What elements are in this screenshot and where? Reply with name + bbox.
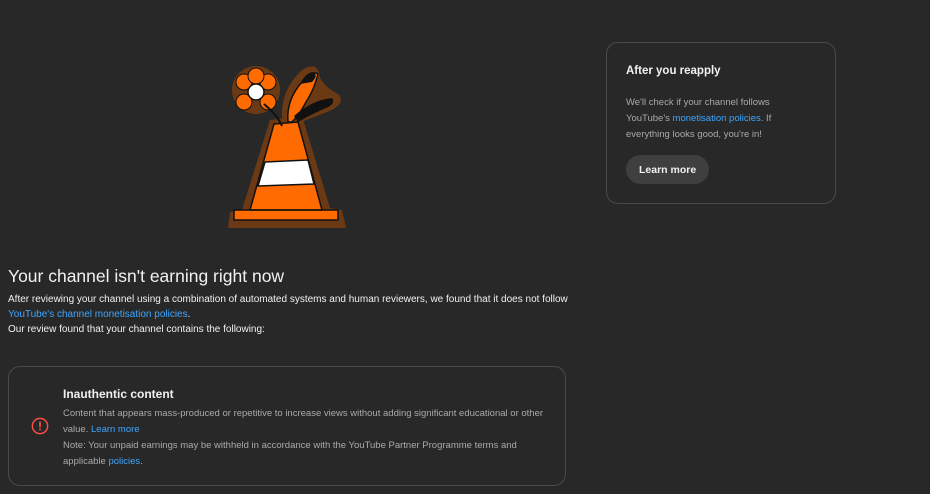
illustration — [222, 60, 354, 232]
monetisation-policy-link[interactable]: YouTube's channel monetisation policies — [8, 309, 188, 320]
traffic-cone-illustration — [228, 66, 346, 228]
issue-title: Inauthentic content — [63, 387, 174, 401]
issue-card: Inauthentic content Content that appears… — [8, 366, 566, 486]
description-period: . — [187, 309, 191, 320]
reapply-card: After you reapply We'll check if your ch… — [606, 42, 836, 204]
status-description: After reviewing your channel using a com… — [8, 292, 578, 337]
reapply-title: After you reapply — [626, 65, 721, 77]
reapply-body: We'll check if your channel follows YouT… — [626, 95, 806, 143]
issue-learn-more-link[interactable]: Learn more — [91, 424, 140, 435]
note-period: . — [140, 456, 143, 467]
learn-more-button[interactable]: Learn more — [626, 155, 710, 184]
status-headline: Your channel isn't earning right now — [8, 266, 285, 286]
description-text: After reviewing your channel using a com… — [8, 294, 568, 305]
reapply-policies-link[interactable]: monetisation policies — [673, 113, 761, 124]
issue-body: Content that appears mass-produced or re… — [63, 406, 553, 470]
alert-circle-icon — [31, 417, 49, 435]
policies-link[interactable]: policies — [108, 456, 140, 467]
review-intro-text: Our review found that your channel conta… — [8, 324, 265, 335]
